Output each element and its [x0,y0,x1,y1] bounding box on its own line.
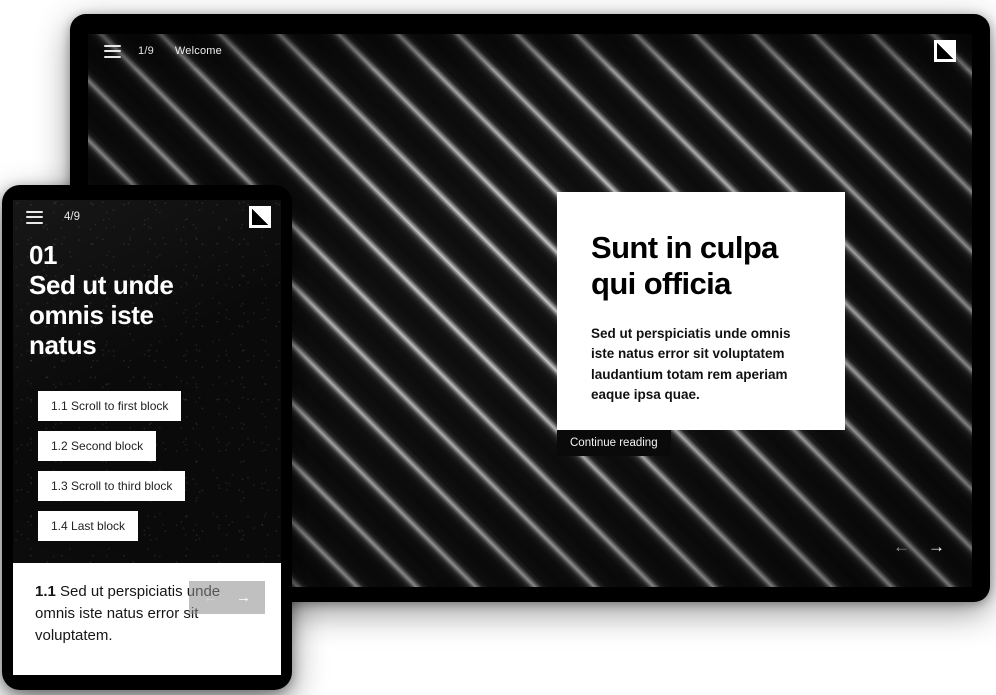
slide-counter: 4/9 [64,211,80,223]
triangle-square-logo-icon[interactable] [934,40,956,62]
hamburger-line [104,50,121,52]
logo-triangle-shape [937,43,953,59]
hamburger-line [26,221,43,224]
list-item[interactable]: 1.2 Second block [38,431,157,461]
phone-topbar: 4/9 [13,200,281,234]
arrow-right-icon[interactable]: → [236,590,251,605]
page-title: Welcome [174,45,222,57]
phone-pagination-nav: ← → [189,581,265,614]
phone-device-frame: 4/9 01 Sed ut unde omnis iste natus 1.1 … [2,185,292,690]
desktop-pagination-nav: ← → [890,536,948,557]
list-item[interactable]: 1.4 Last block [38,511,139,541]
arrow-right-icon[interactable]: → [925,536,948,557]
arrow-left-icon[interactable]: ← [203,590,218,605]
phone-bottom-text-panel: 1.1 Sed ut perspiciatis unde omnis iste … [13,563,281,675]
phone-panel-marker: 1.1 [35,583,56,600]
hamburger-line [104,44,121,47]
hero-content-card: Sunt in culpa qui officia Sed ut perspic… [557,192,845,430]
list-item[interactable]: 1.3 Scroll to third block [38,471,186,501]
screenshot-stage: 1/9 Welcome Sunt in culpa qui officia Se… [0,0,996,695]
continue-reading-button[interactable]: Continue reading [557,430,671,456]
triangle-square-logo-icon[interactable] [249,206,271,228]
phone-section-heading: 01 Sed ut unde omnis iste natus [29,240,174,361]
hamburger-line [26,210,43,213]
slide-counter: 1/9 [138,45,154,57]
arrow-left-icon[interactable]: ← [890,536,913,557]
hamburger-line [104,55,121,58]
hamburger-menu-icon[interactable] [26,210,43,224]
hero-title: Sunt in culpa qui officia [591,230,778,301]
hamburger-menu-icon[interactable] [104,44,121,58]
logo-triangle-shape [252,209,268,225]
hamburger-line [26,216,43,218]
hero-body-text: Sed ut perspiciatis unde omnis iste natu… [591,325,791,403]
desktop-topbar: 1/9 Welcome [88,34,972,68]
phone-block-list: 1.1 Scroll to first block 1.2 Second blo… [13,391,281,563]
list-item[interactable]: 1.1 Scroll to first block [38,391,182,421]
phone-screen: 4/9 01 Sed ut unde omnis iste natus 1.1 … [13,200,281,675]
